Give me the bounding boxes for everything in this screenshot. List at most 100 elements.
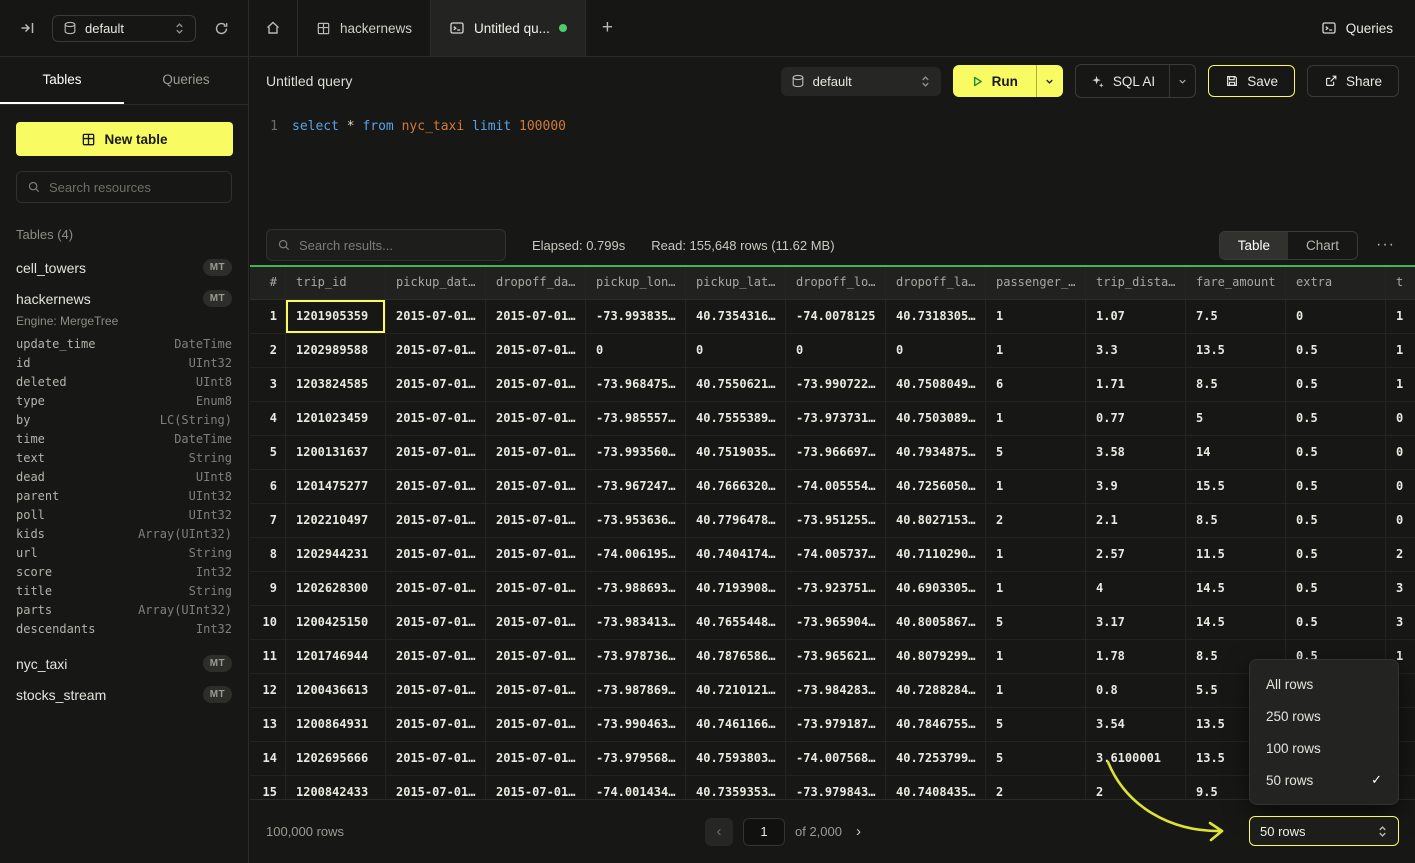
resource-search-input[interactable] xyxy=(49,180,221,195)
table-cell[interactable]: 2015-07-01… xyxy=(486,674,586,708)
pagesize-select[interactable]: 50 rows xyxy=(1249,816,1399,846)
column-header[interactable]: pickup_lon… xyxy=(586,267,686,299)
table-cell[interactable]: 8.5 xyxy=(1186,368,1286,402)
table-cell[interactable]: 1201905359 xyxy=(286,300,386,334)
database-selector[interactable]: default xyxy=(52,15,196,42)
queries-button[interactable]: Queries xyxy=(1321,20,1393,36)
schema-column[interactable]: titleString xyxy=(0,581,248,600)
table-cell[interactable]: 3 xyxy=(1386,606,1415,640)
table-cell[interactable]: 2015-07-01… xyxy=(486,538,586,572)
new-table-button[interactable]: New table xyxy=(16,122,233,156)
table-cell[interactable]: 2015-07-01… xyxy=(486,708,586,742)
pagesize-option[interactable]: 250 rows xyxy=(1250,700,1398,732)
table-cell[interactable]: -73.990722… xyxy=(786,368,886,402)
column-header[interactable]: dropoff_la… xyxy=(886,267,986,299)
table-cell[interactable]: 0.77 xyxy=(1086,402,1186,436)
table-cell[interactable]: 1201746944 xyxy=(286,640,386,674)
schema-column[interactable]: descendantsInt32 xyxy=(0,619,248,638)
table-cell[interactable]: -73.979843… xyxy=(786,776,886,799)
sidebar-collapse-icon[interactable] xyxy=(14,15,40,41)
table-cell[interactable]: 1 xyxy=(1386,334,1415,368)
run-button[interactable]: Run xyxy=(953,65,1037,97)
table-cell[interactable]: -73.923751… xyxy=(786,572,886,606)
table-cell[interactable]: 1200864931 xyxy=(286,708,386,742)
table-cell[interactable]: 40.7508049… xyxy=(886,368,986,402)
table-cell[interactable]: 2015-07-01… xyxy=(386,436,486,470)
table-cell[interactable]: 0.8 xyxy=(1086,674,1186,708)
table-cell[interactable]: 40.7404174… xyxy=(686,538,786,572)
table-cell[interactable]: 1 xyxy=(986,334,1086,368)
table-cell[interactable]: -73.967247… xyxy=(586,470,686,504)
table-cell[interactable]: 40.8005867… xyxy=(886,606,986,640)
schema-column[interactable]: kidsArray(UInt32) xyxy=(0,524,248,543)
table-cell[interactable]: 0 xyxy=(786,334,886,368)
table-cell[interactable]: 2 xyxy=(1086,776,1186,799)
table-cell[interactable]: 2015-07-01… xyxy=(386,640,486,674)
table-cell[interactable]: 40.7550621… xyxy=(686,368,786,402)
table-cell[interactable]: 0 xyxy=(1386,470,1415,504)
table-cell[interactable]: -74.007568… xyxy=(786,742,886,776)
table-cell[interactable]: 5 xyxy=(986,606,1086,640)
table-cell[interactable]: 14 xyxy=(1186,436,1286,470)
more-options-button[interactable]: ··· xyxy=(1372,234,1399,256)
table-cell[interactable]: 3.3 xyxy=(1086,334,1186,368)
run-options-caret[interactable] xyxy=(1037,65,1063,97)
table-cell[interactable]: 2015-07-01… xyxy=(386,504,486,538)
sidebar-item-stocks-stream[interactable]: stocks_stream MT xyxy=(0,679,248,710)
row-index[interactable]: 6 xyxy=(250,470,286,504)
table-cell[interactable]: -73.993835… xyxy=(586,300,686,334)
table-cell[interactable]: 1201023459 xyxy=(286,402,386,436)
table-cell[interactable]: 2.57 xyxy=(1086,538,1186,572)
table-cell[interactable]: -73.968475… xyxy=(586,368,686,402)
table-cell[interactable]: 15.5 xyxy=(1186,470,1286,504)
row-index[interactable]: 13 xyxy=(250,708,286,742)
table-cell[interactable]: 0 xyxy=(1386,504,1415,538)
table-cell[interactable]: 40.7846755… xyxy=(886,708,986,742)
table-cell[interactable]: 2015-07-01… xyxy=(386,674,486,708)
table-cell[interactable]: 40.8079299… xyxy=(886,640,986,674)
table-cell[interactable]: 2015-07-01… xyxy=(486,470,586,504)
schema-column[interactable]: pollUInt32 xyxy=(0,505,248,524)
table-cell[interactable]: 1 xyxy=(986,572,1086,606)
table-cell[interactable]: 0 xyxy=(1386,402,1415,436)
table-cell[interactable]: 0.5 xyxy=(1286,470,1386,504)
table-cell[interactable]: -73.979568… xyxy=(586,742,686,776)
table-cell[interactable]: 2015-07-01… xyxy=(386,300,486,334)
sql-editor[interactable]: 1 select * from nyc_taxi limit 100000 xyxy=(250,105,1415,225)
row-index[interactable]: 8 xyxy=(250,538,286,572)
row-index[interactable]: 7 xyxy=(250,504,286,538)
table-cell[interactable]: -73.978736… xyxy=(586,640,686,674)
table-cell[interactable]: -73.984283… xyxy=(786,674,886,708)
table-cell[interactable]: 40.7288284… xyxy=(886,674,986,708)
table-cell[interactable]: 1 xyxy=(1386,300,1415,334)
pagesize-option[interactable]: All rows xyxy=(1250,668,1398,700)
schema-column[interactable]: deletedUInt8 xyxy=(0,372,248,391)
column-header[interactable]: fare_amount xyxy=(1186,267,1286,299)
table-cell[interactable]: -74.001434… xyxy=(586,776,686,799)
table-cell[interactable]: -73.979187… xyxy=(786,708,886,742)
table-cell[interactable]: 2015-07-01… xyxy=(486,504,586,538)
table-cell[interactable]: 40.7655448… xyxy=(686,606,786,640)
table-cell[interactable]: 5 xyxy=(986,708,1086,742)
table-cell[interactable]: 1201475277 xyxy=(286,470,386,504)
row-index[interactable]: 3 xyxy=(250,368,286,402)
column-header[interactable]: # xyxy=(250,267,286,299)
table-cell[interactable]: 40.6903305… xyxy=(886,572,986,606)
table-cell[interactable]: 1202695666 xyxy=(286,742,386,776)
table-cell[interactable]: 2015-07-01… xyxy=(486,572,586,606)
table-cell[interactable]: 3.54 xyxy=(1086,708,1186,742)
table-cell[interactable]: 2015-07-01… xyxy=(486,334,586,368)
table-cell[interactable]: 1200436613 xyxy=(286,674,386,708)
table-cell[interactable]: 6 xyxy=(986,368,1086,402)
table-cell[interactable]: 40.7461166… xyxy=(686,708,786,742)
table-cell[interactable]: 1 xyxy=(986,470,1086,504)
table-cell[interactable]: 2015-07-01… xyxy=(486,640,586,674)
table-cell[interactable]: 14.5 xyxy=(1186,572,1286,606)
save-button[interactable]: Save xyxy=(1208,65,1295,97)
table-cell[interactable]: 14.5 xyxy=(1186,606,1286,640)
table-cell[interactable]: -73.973731… xyxy=(786,402,886,436)
schema-column[interactable]: parentUInt32 xyxy=(0,486,248,505)
pagesize-option[interactable]: 50 rows✓ xyxy=(1250,764,1398,796)
sqlai-button[interactable]: SQL AI xyxy=(1076,65,1169,97)
table-cell[interactable]: -74.005554… xyxy=(786,470,886,504)
